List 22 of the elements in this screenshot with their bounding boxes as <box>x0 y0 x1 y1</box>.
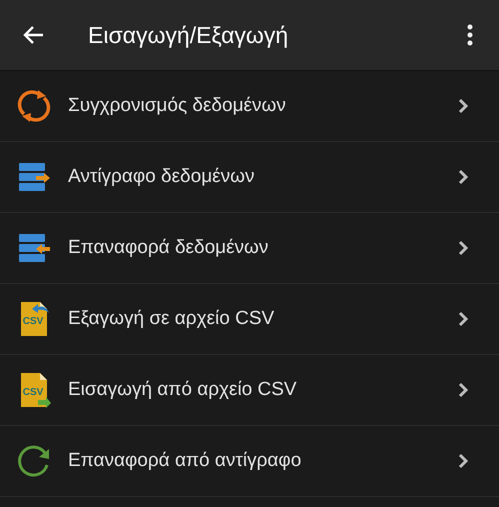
chevron-right-icon <box>457 382 469 398</box>
chevron-right-icon <box>457 453 469 469</box>
chevron-right-icon <box>457 240 469 256</box>
menu-item[interactable]: Επαναφορά από αντίγραφο <box>0 426 499 497</box>
menu-item-label: Επαναφορά δεδομένων <box>68 237 270 259</box>
chevron-right-icon <box>457 98 469 114</box>
menu-item[interactable]: Επαναφορά δεδομένων <box>0 213 499 284</box>
menu-item-label: Εξαγωγή σε αρχείο CSV <box>68 308 276 330</box>
sync-icon <box>16 88 52 124</box>
refresh-icon <box>16 443 52 479</box>
chevron-right-icon <box>457 311 469 327</box>
menu-item[interactable]: CSV Εισαγωγή από αρχείο CSV <box>0 355 499 426</box>
screen-title: Εισαγωγή/Εξαγωγή <box>88 22 290 48</box>
menu-item[interactable]: Αντίγραφο δεδομένων <box>0 142 499 213</box>
menu-item-label: Επαναφορά από αντίγραφο <box>68 450 302 472</box>
menu-item[interactable]: Συγχρονισμός δεδομένων <box>0 71 499 142</box>
more-menu-icon[interactable] <box>467 24 473 46</box>
menu-item-label: Αντίγραφο δεδομένων <box>68 166 256 188</box>
menu-item-label: Εισαγωγή από αρχείο CSV <box>68 379 298 401</box>
menu-item[interactable]: CSV Εξαγωγή σε αρχείο CSV <box>0 284 499 355</box>
menu-item-label: Συγχρονισμός δεδομένων <box>68 95 287 117</box>
chevron-right-icon <box>457 169 469 185</box>
